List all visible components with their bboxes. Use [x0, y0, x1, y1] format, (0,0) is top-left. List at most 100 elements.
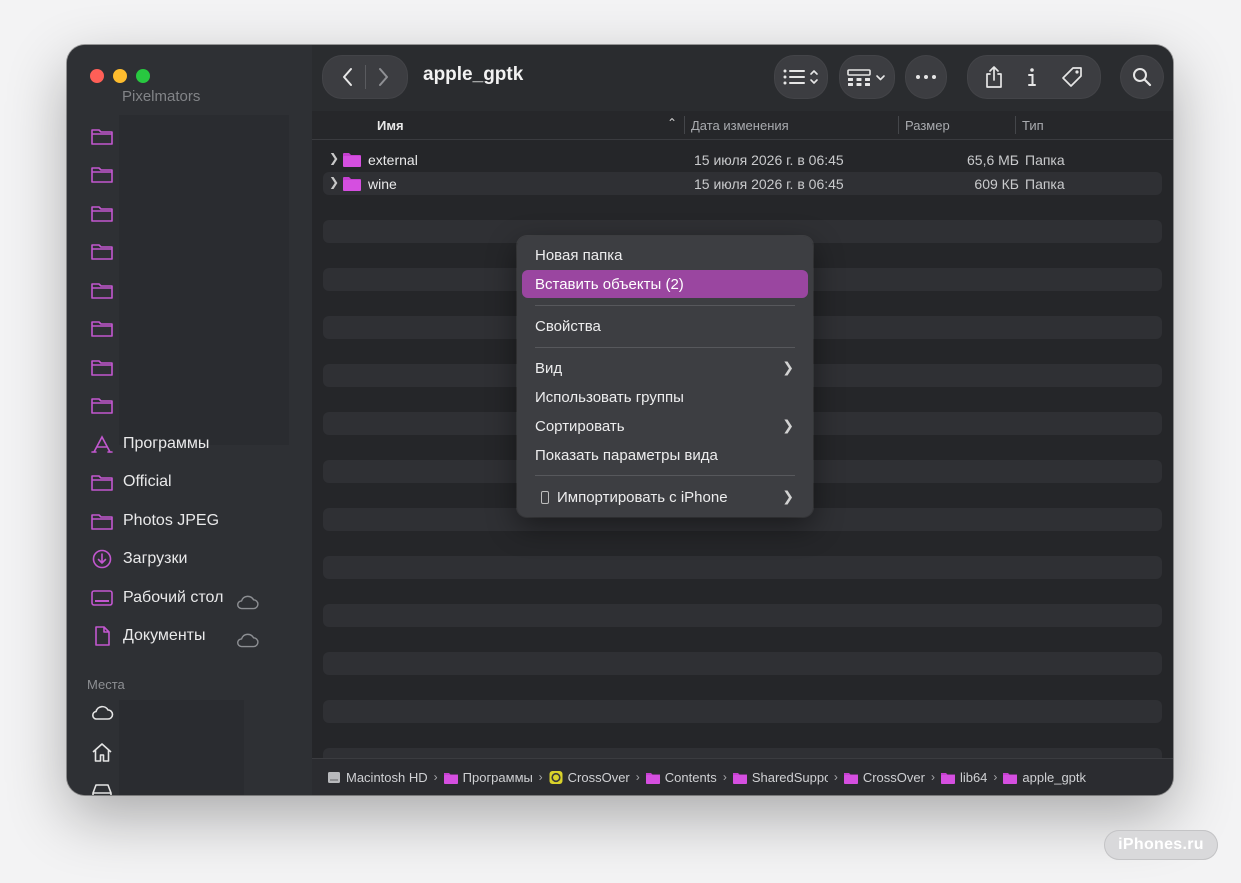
path-item[interactable]: Macintosh HD [327, 770, 428, 785]
sidebar-item-folder[interactable] [90, 275, 123, 305]
menu-item-import-iphone[interactable]: Импортировать с iPhone ❯ [522, 483, 808, 511]
search-button[interactable] [1120, 55, 1164, 99]
crossover-app-icon [549, 770, 563, 784]
column-name[interactable]: Имя [377, 118, 404, 133]
menu-separator [535, 475, 795, 476]
sidebar-item-photos-jpeg[interactable]: Photos JPEG [90, 506, 219, 536]
sidebar-item-folder[interactable] [90, 198, 123, 228]
close-button[interactable] [90, 69, 104, 83]
column-divider[interactable] [898, 116, 899, 134]
folder-icon [843, 772, 858, 784]
minimize-button[interactable] [113, 69, 127, 83]
chevron-right-icon: › [538, 770, 543, 784]
menu-item-label: Показать параметры вида [535, 447, 718, 464]
file-date: 15 июля 2026 г. в 06:45 [694, 152, 844, 168]
sort-ascending-icon: ⌃ [667, 116, 678, 130]
apps-icon [91, 435, 113, 453]
menu-item-sort[interactable]: Сортировать ❯ [522, 412, 808, 440]
empty-row [323, 556, 1162, 579]
column-divider[interactable] [1015, 116, 1016, 134]
sidebar-item-pixelmators[interactable]: Pixelmators [122, 88, 200, 105]
file-name: external [368, 152, 418, 168]
column-size[interactable]: Размер [905, 118, 950, 133]
menu-separator [535, 347, 795, 348]
folder-icon [91, 129, 113, 145]
folder-icon [91, 244, 113, 260]
path-item[interactable]: lib64 [940, 770, 987, 785]
path-item[interactable]: apple_gptk [1003, 770, 1086, 785]
chevron-right-icon: › [433, 770, 438, 784]
more-button[interactable] [905, 55, 947, 99]
menu-item-show-view-options[interactable]: Показать параметры вида [522, 441, 808, 469]
share-icon[interactable] [984, 65, 1004, 89]
empty-row [323, 700, 1162, 723]
search-icon [1133, 68, 1152, 87]
forward-icon[interactable] [376, 67, 390, 87]
folder-icon [91, 321, 113, 337]
path-item[interactable]: CrossOver [843, 770, 925, 785]
menu-item-paste[interactable]: Вставить объекты (2) [522, 270, 808, 298]
file-row[interactable]: ❯ wine 15 июля 2026 г. в 06:45 609 КБ Па… [323, 172, 1162, 195]
menu-item-use-groups[interactable]: Использовать группы [522, 383, 808, 411]
drive-icon [92, 784, 112, 795]
folder-icon [732, 772, 747, 784]
sidebar-item-documents[interactable]: Документы [90, 621, 290, 651]
chevron-right-icon: › [993, 770, 998, 784]
view-mode-button[interactable] [774, 55, 828, 99]
path-item[interactable]: Программы [443, 770, 533, 785]
path-label: CrossOver [567, 769, 630, 785]
column-type[interactable]: Тип [1022, 118, 1044, 133]
sidebar-item-folder[interactable] [90, 352, 123, 382]
window-title: apple_gptk [423, 64, 524, 85]
sidebar-item-folder[interactable] [90, 390, 123, 420]
column-divider[interactable] [684, 116, 685, 134]
sidebar-item-drive[interactable] [90, 775, 123, 795]
window-controls [90, 69, 150, 83]
column-date[interactable]: Дата изменения [691, 118, 789, 133]
empty-row [323, 604, 1162, 627]
path-item[interactable]: CrossOver [549, 770, 630, 785]
divider [364, 65, 366, 89]
chevron-right-icon: ❯ [782, 417, 794, 433]
path-item[interactable]: Contents [645, 769, 717, 785]
chevron-right-icon: › [833, 770, 838, 784]
disclosure-icon[interactable]: ❯ [329, 175, 339, 189]
sidebar-item-folder[interactable] [90, 159, 123, 189]
menu-item-properties[interactable]: Свойства [522, 312, 808, 340]
file-size: 65,6 МБ [967, 152, 1019, 168]
tag-icon[interactable] [1060, 65, 1084, 89]
path-item[interactable]: SharedSupport [732, 770, 828, 785]
disclosure-icon[interactable]: ❯ [329, 151, 339, 165]
sidebar-item-official[interactable]: Official [90, 467, 172, 497]
sidebar-item-folder[interactable] [90, 236, 123, 266]
places-section-title: Места [87, 677, 125, 692]
chevron-right-icon: ❯ [782, 359, 794, 375]
sidebar-item-icloud[interactable] [90, 698, 123, 728]
folder-icon [91, 167, 113, 183]
path-label: Contents [664, 769, 717, 785]
sidebar-item-downloads[interactable]: Загрузки [90, 544, 187, 574]
group-by-button[interactable] [839, 55, 895, 99]
menu-separator [535, 305, 795, 306]
file-type: Папка [1025, 152, 1065, 168]
sidebar-item-desktop[interactable]: Рабочий стол [90, 583, 290, 613]
menu-item-new-folder[interactable]: Новая папка [522, 241, 808, 269]
sidebar-item-label: Photos JPEG [123, 512, 220, 529]
zoom-button[interactable] [136, 69, 150, 83]
file-type: Папка [1025, 176, 1065, 192]
menu-item-label: Использовать группы [535, 389, 684, 406]
navigation-group [322, 55, 408, 99]
sidebar-item-folder[interactable] [90, 121, 123, 151]
menu-item-label: Сортировать [535, 418, 625, 435]
file-row[interactable]: ❯ external 15 июля 2026 г. в 06:45 65,6 … [323, 148, 1162, 171]
back-icon[interactable] [341, 67, 355, 87]
sidebar-item-folder[interactable] [90, 313, 123, 343]
sidebar-item-home[interactable] [90, 737, 123, 767]
menu-item-view[interactable]: Вид ❯ [522, 354, 808, 382]
folder-icon [343, 153, 361, 167]
sidebar-item-apps[interactable]: Программы [90, 429, 209, 459]
info-icon[interactable] [1026, 66, 1038, 88]
chevron-right-icon: › [635, 770, 640, 784]
ellipsis-icon [916, 75, 936, 79]
empty-row [323, 652, 1162, 675]
